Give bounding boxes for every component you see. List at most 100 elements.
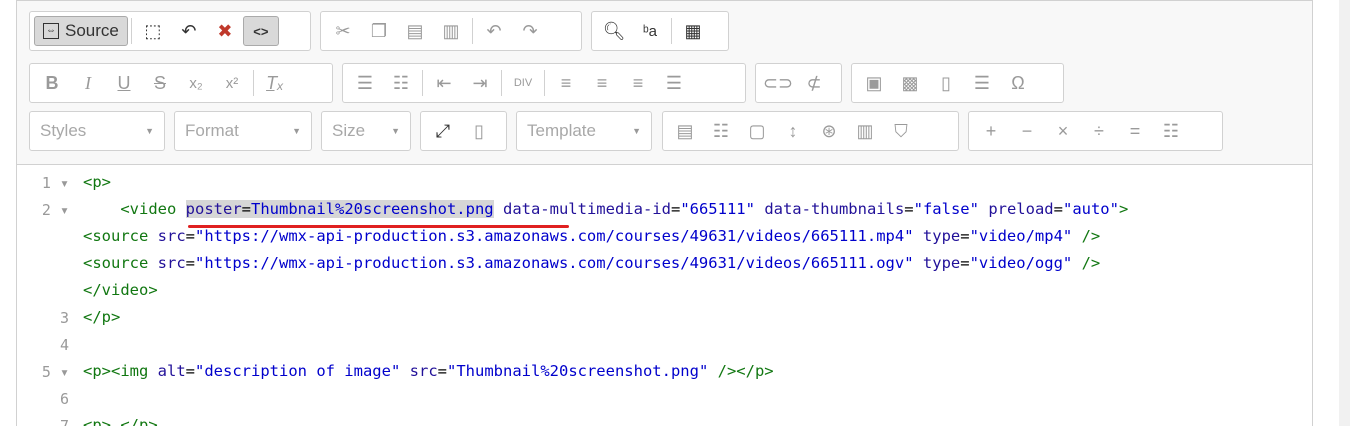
styles-label: Styles	[40, 121, 87, 140]
format-dropdown[interactable]: Format ▼	[174, 111, 312, 151]
box-icon[interactable]: ▢	[739, 116, 775, 146]
subscript-icon[interactable]: x₂	[178, 68, 214, 98]
code-token: <video	[83, 200, 186, 218]
divide-icon[interactable]: ÷	[1081, 116, 1117, 146]
link-icon[interactable]: ⊂⊃	[760, 68, 796, 98]
code-token: type	[922, 254, 961, 272]
superscript-icon[interactable]: x²	[214, 68, 250, 98]
toolbar-group-math: + − × ÷ = ☷	[968, 111, 1223, 151]
styles-dropdown[interactable]: Styles ▼	[29, 111, 165, 151]
code-token: src	[409, 362, 438, 380]
maximize-icon[interactable]: ⤢	[425, 116, 461, 146]
spellcheck-icon[interactable]: ▦	[675, 16, 711, 46]
toolbar-group-tools: ⤢ ▯	[420, 111, 507, 151]
code-token: type	[922, 227, 961, 245]
code-token: =	[241, 200, 251, 218]
plus-icon[interactable]: +	[973, 116, 1009, 146]
table-icon[interactable]: ▤	[667, 116, 703, 146]
source-button[interactable]: ⇔ Source	[34, 16, 128, 46]
align-center-icon[interactable]: ≡	[584, 68, 620, 98]
highlight-underline	[188, 225, 569, 228]
grid-icon[interactable]: ☷	[703, 116, 739, 146]
redo-icon[interactable]: ↷	[512, 16, 548, 46]
line-number: 7	[59, 417, 69, 426]
toolbar-group-basicstyles: B I U S x₂ x² Tₓ	[29, 63, 333, 103]
template-dropdown[interactable]: Template ▼	[516, 111, 652, 151]
underline-icon[interactable]: U	[106, 68, 142, 98]
code-token: =	[1053, 200, 1063, 218]
cut-icon[interactable]: ✂	[325, 16, 361, 46]
unlink-icon[interactable]: ⊄	[796, 68, 832, 98]
undo-icon[interactable]: ↶	[476, 16, 512, 46]
code-token: <p> </p>	[83, 416, 158, 426]
show-blocks-icon[interactable]: ▯	[461, 116, 497, 146]
size-dropdown[interactable]: Size ▼	[321, 111, 411, 151]
bold-icon[interactable]: B	[34, 68, 70, 98]
code-line: <p><img alt="description of image" src="…	[83, 362, 774, 380]
align-left-icon[interactable]: ≡	[548, 68, 584, 98]
select-all-icon[interactable]: ⬚	[135, 16, 171, 46]
bulleted-list-icon[interactable]: ☷	[383, 68, 419, 98]
minus-icon[interactable]: −	[1009, 116, 1045, 146]
code-line: </p>	[83, 308, 120, 326]
code-token: />	[1081, 254, 1101, 272]
code-token: "Thumbnail%20screenshot.png"	[447, 362, 709, 380]
source-label: Source	[65, 21, 119, 40]
code-area[interactable]: 1 ▾ 2 ▾ 3 4 5 ▾ 6 7 <p> <video poster=Thum…	[17, 165, 1312, 426]
code-token: "description of image"	[195, 362, 401, 380]
strike-icon[interactable]: S	[142, 68, 178, 98]
align-right-icon[interactable]: ≡	[620, 68, 656, 98]
horizontal-line-icon[interactable]: ☰	[964, 68, 1000, 98]
code-token: =	[670, 200, 681, 218]
video-icon[interactable]: ▩	[892, 68, 928, 98]
code-token: /></p>	[717, 362, 774, 380]
outdent-icon[interactable]: ⇤	[426, 68, 462, 98]
special-char-icon[interactable]: Ω	[1000, 68, 1036, 98]
add-comment-icon[interactable]: ↶	[171, 16, 207, 46]
multiply-icon[interactable]: ×	[1045, 116, 1081, 146]
code-line: <source src="https://wmx-api-production.…	[83, 254, 1100, 272]
document-icon[interactable]: ▯	[928, 68, 964, 98]
line-number: 5 ▾	[41, 363, 69, 381]
code-token: "auto"	[1062, 200, 1119, 218]
paste-icon[interactable]: ▤	[397, 16, 433, 46]
numbered-list-icon[interactable]: ☰	[347, 68, 383, 98]
copy-icon[interactable]: ❐	[361, 16, 397, 46]
code-line: <p> </p>	[83, 416, 158, 426]
code-line: <video poster=Thumbnail%20screenshot.png…	[83, 200, 1128, 218]
italic-icon[interactable]: I	[70, 68, 106, 98]
equals-icon[interactable]: =	[1117, 116, 1153, 146]
code-line: </video>	[83, 281, 158, 299]
code-token: =	[185, 227, 195, 245]
vertical-space-icon[interactable]: ↕	[775, 116, 811, 146]
table-grid-icon[interactable]: ☷	[1153, 116, 1189, 146]
remove-format-icon[interactable]: Tₓ	[257, 68, 293, 98]
size-label: Size	[332, 121, 366, 140]
code-token: "https://wmx-api-production.s3.amazonaws…	[195, 254, 914, 272]
asterisk-icon[interactable]: ⊛	[811, 116, 847, 146]
indent-icon[interactable]: ⇥	[462, 68, 498, 98]
image-icon[interactable]: ▣	[856, 68, 892, 98]
replace-icon[interactable]: ᵇa	[632, 16, 668, 46]
columns-icon[interactable]: ▥	[847, 116, 883, 146]
remove-comment-icon[interactable]: ✖	[207, 16, 243, 46]
code-token: </p>	[83, 308, 121, 326]
shield-icon[interactable]: ⛉	[883, 116, 919, 146]
paste-text-icon[interactable]: ▥	[433, 16, 469, 46]
justify-icon[interactable]: ☰	[656, 68, 692, 98]
template-label: Template	[527, 121, 596, 140]
find-icon[interactable]: 🔍︎	[596, 16, 632, 46]
code-snippet-icon[interactable]: <>	[242, 16, 279, 46]
create-div-icon[interactable]: DIV	[505, 68, 541, 98]
code-token: </video>	[83, 281, 158, 299]
page-scrollbar[interactable]	[1339, 0, 1350, 426]
toolbar-group-widgets: ▤ ☷ ▢ ↕ ⊛ ▥ ⛉	[662, 111, 959, 151]
code-token: "false"	[913, 200, 979, 218]
